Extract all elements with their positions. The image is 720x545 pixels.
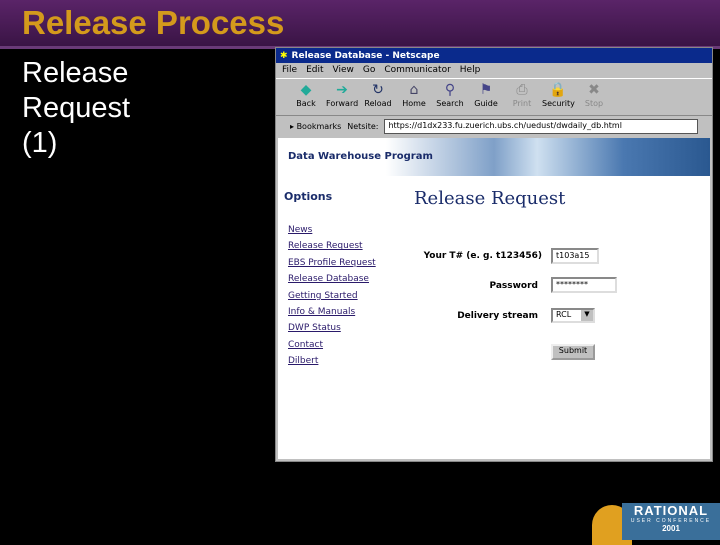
chevron-down-icon: ▼ <box>581 310 593 321</box>
search-button[interactable]: ⚲ Search <box>434 81 466 113</box>
slide-title: Release Process <box>22 4 285 41</box>
menu-communicator[interactable]: Communicator <box>384 65 450 76</box>
menu-go[interactable]: Go <box>363 65 375 76</box>
lock-icon: 🔒 <box>549 82 567 98</box>
home-icon: ⌂ <box>409 82 419 98</box>
options-heading: Options <box>284 190 333 203</box>
t-number-label: Your T# (e. g. t123456) <box>423 251 542 261</box>
password-label: Password <box>489 281 538 291</box>
home-label: Home <box>402 99 426 108</box>
menu-help[interactable]: Help <box>460 65 481 76</box>
stop-icon: ✖ <box>588 82 600 98</box>
password-input[interactable]: ******** <box>551 277 617 293</box>
options-nav: News Release Request EBS Profile Request… <box>288 222 376 370</box>
menu-bar: File Edit View Go Communicator Help <box>276 63 712 78</box>
delivery-stream-select[interactable]: RCL ▼ <box>551 308 595 323</box>
guide-label: Guide <box>474 99 498 108</box>
t-number-input[interactable]: t103a15 <box>551 248 599 264</box>
forward-label: Forward <box>326 99 359 108</box>
link-dilbert[interactable]: Dilbert <box>288 353 376 369</box>
reload-icon: ↻ <box>372 82 384 98</box>
link-contact[interactable]: Contact <box>288 337 376 353</box>
logo-name: RATIONAL <box>633 503 709 518</box>
submit-button[interactable]: Submit <box>551 344 595 360</box>
bookmarks-button[interactable]: ▸ Bookmarks <box>290 122 341 131</box>
forward-button[interactable]: ➔ Forward <box>326 81 358 113</box>
print-icon: ⎙ <box>516 82 528 98</box>
reload-label: Reload <box>364 99 392 108</box>
location-bar: ▸ Bookmarks Netsite: https://d1dx233.fu.… <box>276 116 712 136</box>
print-button[interactable]: ⎙ Print <box>506 81 538 113</box>
search-icon: ⚲ <box>444 82 456 98</box>
guide-button[interactable]: ⚑ Guide <box>470 81 502 113</box>
delivery-stream-label: Delivery stream <box>457 311 538 321</box>
logo-year: 2001 <box>662 524 680 533</box>
netscape-icon: ✱ <box>280 50 288 61</box>
search-label: Search <box>436 99 464 108</box>
title-bar: ✱ Release Database - Netscape <box>276 48 712 63</box>
bookmarks-label: Bookmarks <box>296 121 342 131</box>
stop-button[interactable]: ✖ Stop <box>578 81 610 113</box>
stop-label: Stop <box>584 99 604 108</box>
menu-edit[interactable]: Edit <box>306 65 323 76</box>
print-label: Print <box>512 99 532 108</box>
reload-button[interactable]: ↻ Reload <box>362 81 394 113</box>
back-button[interactable]: ◆ Back <box>290 81 322 113</box>
navigation-toolbar: ◆ Back ➔ Forward ↻ Reload ⌂ Home ⚲ Search ⚑ Gu… <box>276 78 712 116</box>
security-label: Security <box>542 99 575 108</box>
url-input[interactable]: https://d1dx233.fu.zuerich.ubs.ch/uedust… <box>384 118 698 134</box>
netsite-label: Netsite: <box>347 121 379 131</box>
home-button[interactable]: ⌂ Home <box>398 81 430 113</box>
security-button[interactable]: 🔒 Security <box>542 81 575 113</box>
page-heading: Release Request <box>414 188 566 209</box>
menu-view[interactable]: View <box>333 65 354 76</box>
link-news[interactable]: News <box>288 222 376 238</box>
window-title: Release Database - Netscape <box>291 50 440 61</box>
forward-icon: ➔ <box>336 82 348 98</box>
menu-file[interactable]: File <box>282 65 297 76</box>
page-banner: Data Warehouse Program <box>278 138 710 176</box>
back-icon: ◆ <box>300 82 312 98</box>
link-dwp-status[interactable]: DWP Status <box>288 320 376 336</box>
browser-window: ✱ Release Database - Netscape File Edit V… <box>275 47 713 462</box>
guide-icon: ⚑ <box>479 82 493 98</box>
back-label: Back <box>296 99 316 108</box>
rational-logo: RATIONAL USER CONFERENCE 2001 <box>622 503 720 540</box>
delivery-stream-value: RCL <box>556 310 572 319</box>
slide-subtitle: Release Request (1) <box>22 57 131 159</box>
web-page: Data Warehouse Program Options News Rele… <box>278 138 710 459</box>
